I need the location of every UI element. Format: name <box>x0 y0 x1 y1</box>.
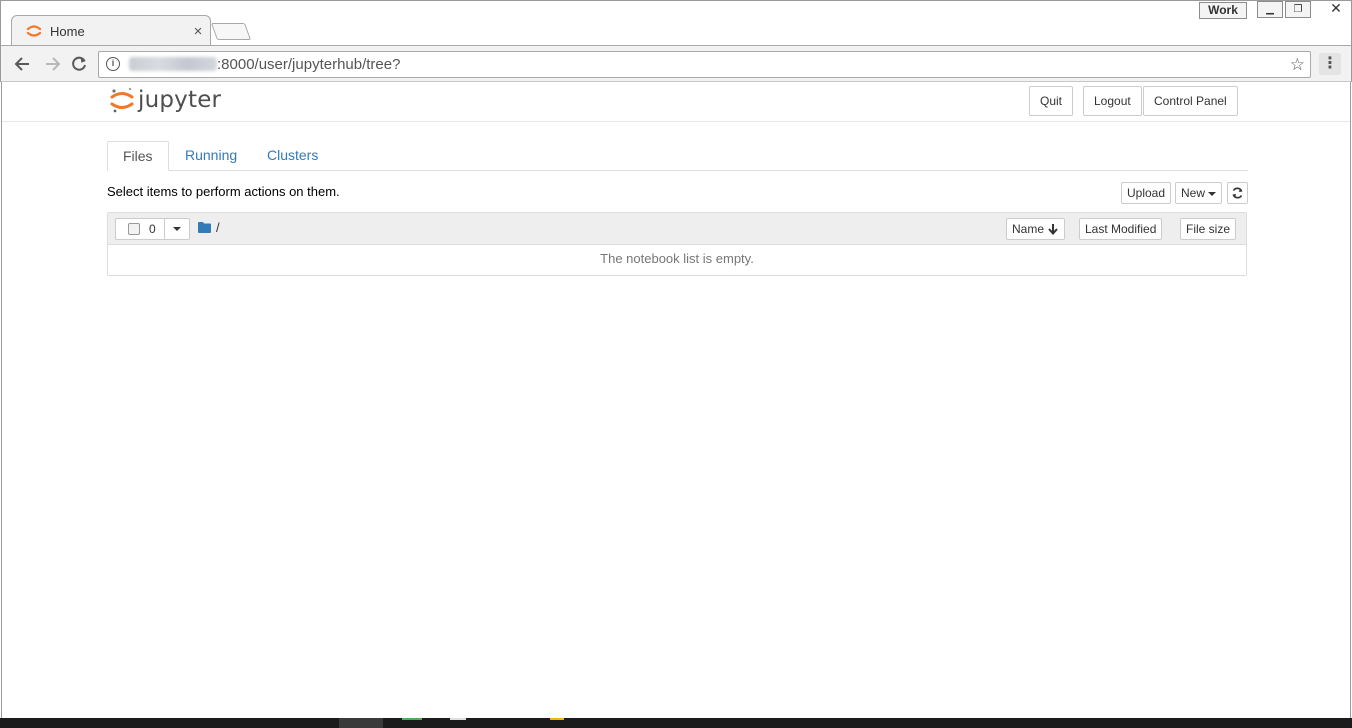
sort-by-file-size-button[interactable]: File size <box>1180 218 1237 240</box>
logout-button[interactable]: Logout <box>1083 86 1142 116</box>
browser-toolbar: i :8000/user/jupyterhub/tree? ☆ ⋮ <box>1 45 1351 82</box>
logo-text: jupyter <box>138 87 222 113</box>
empty-list-message: The notebook list is empty. <box>600 251 754 266</box>
taskbar-item[interactable] <box>450 718 466 728</box>
restore-window-icon[interactable]: ❐ <box>1285 1 1311 18</box>
chevron-down-icon <box>173 227 181 231</box>
tab-title: Home <box>50 23 85 39</box>
selection-dropdown[interactable]: 0 <box>115 218 190 240</box>
select-all-checkbox[interactable] <box>128 223 140 235</box>
jupyter-logo[interactable]: jupyter <box>110 86 221 114</box>
close-window-icon[interactable]: ✕ <box>1313 1 1352 18</box>
new-label: New <box>1181 186 1206 200</box>
blurred-host <box>129 57 217 71</box>
upload-button[interactable]: Upload <box>1121 182 1172 204</box>
reload-icon[interactable] <box>68 53 90 75</box>
breadcrumb-root[interactable]: / <box>216 220 220 235</box>
folder-icon[interactable] <box>198 222 211 233</box>
browser-chrome: Home × Work ▁ ❐ ✕ i :8000/user/jupyterhu… <box>0 0 1352 82</box>
taskbar-active-item[interactable] <box>339 718 383 728</box>
jupyter-header: jupyter Quit Logout Control Panel <box>2 82 1350 122</box>
jupyter-logo-icon <box>110 87 134 113</box>
selection-menu-toggle[interactable] <box>165 219 189 239</box>
tab-close-icon[interactable]: × <box>190 23 206 40</box>
tab-strip: Home × Work ▁ ❐ ✕ <box>1 1 1352 46</box>
new-tab-button[interactable] <box>210 23 252 40</box>
sort-by-name-button[interactable]: Name <box>1006 218 1066 240</box>
forward-arrow-icon[interactable] <box>41 53 63 75</box>
address-bar[interactable]: i :8000/user/jupyterhub/tree? ☆ <box>98 51 1311 78</box>
browser-menu-icon[interactable]: ⋮ <box>1319 53 1341 75</box>
control-panel-button[interactable]: Control Panel <box>1143 86 1238 116</box>
selection-instruction: Select items to perform actions on them. <box>107 184 340 199</box>
tab-files[interactable]: Files <box>107 141 169 171</box>
url-text: :8000/user/jupyterhub/tree? <box>217 56 401 73</box>
site-info-icon[interactable]: i <box>106 57 120 71</box>
minimize-window-icon[interactable]: ▁ <box>1257 1 1283 18</box>
tab-running[interactable]: Running <box>170 141 252 171</box>
notebook-list: 0 / Name Last Modified File size The not… <box>107 212 1247 276</box>
taskbar-item[interactable] <box>550 718 564 728</box>
sort-by-last-modified-button[interactable]: Last Modified <box>1079 218 1163 240</box>
tab-clusters[interactable]: Clusters <box>252 141 333 171</box>
jupyter-favicon-icon <box>26 25 42 37</box>
name-column-label: Name <box>1012 222 1045 236</box>
bookmark-star-icon[interactable]: ☆ <box>1290 55 1305 75</box>
jupyter-page: jupyter Quit Logout Control Panel Files … <box>1 82 1351 718</box>
tab-bar: Files Running Clusters <box>107 141 1248 171</box>
os-taskbar <box>0 718 1352 728</box>
new-dropdown-button[interactable]: New <box>1175 182 1223 204</box>
browser-tab-home[interactable]: Home × <box>11 15 211 46</box>
back-arrow-icon[interactable] <box>12 53 34 75</box>
taskbar-item[interactable] <box>402 718 422 728</box>
profile-button[interactable]: Work <box>1199 2 1247 19</box>
chevron-down-icon <box>1208 192 1217 196</box>
selected-count: 0 <box>149 222 156 236</box>
quit-button[interactable]: Quit <box>1029 86 1074 116</box>
refresh-icon <box>1232 187 1243 199</box>
arrow-down-icon <box>1048 224 1058 235</box>
refresh-button[interactable] <box>1227 182 1248 204</box>
list-header: 0 / Name Last Modified File size <box>108 213 1246 245</box>
